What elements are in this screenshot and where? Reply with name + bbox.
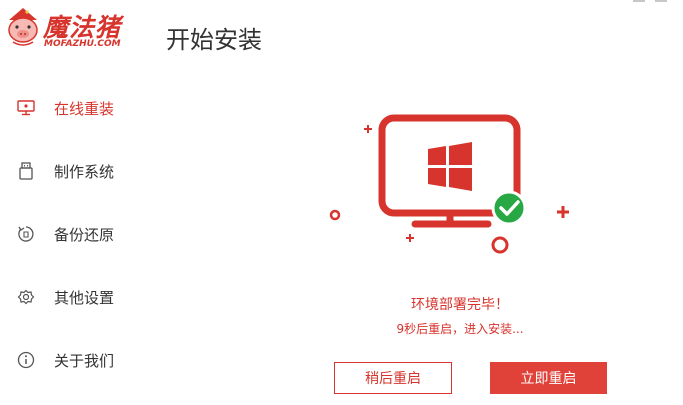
sidebar-item-other-settings[interactable]: 其他设置 xyxy=(16,285,146,309)
install-ready-illustration xyxy=(329,114,569,254)
pig-mascot-icon xyxy=(8,8,38,46)
monitor-icon xyxy=(16,98,36,118)
plus-decoration-icon xyxy=(557,206,569,218)
status-title: 环境部署完毕！ xyxy=(411,297,509,313)
sidebar-item-label: 其他设置 xyxy=(54,288,115,307)
sidebar-item-online-reinstall[interactable]: 在线重装 xyxy=(16,96,146,120)
restart-now-button[interactable]: 立即重启 xyxy=(490,362,607,394)
sidebar-item-backup-restore[interactable]: 备份还原 xyxy=(16,222,146,246)
app-logo: 魔法猪 MOFAZHU.COM xyxy=(3,6,151,50)
brand-website: MOFAZHU.COM xyxy=(44,39,121,49)
plus-decoration-icon xyxy=(364,125,372,133)
backup-restore-icon xyxy=(16,224,36,244)
sidebar-item-label: 在线重装 xyxy=(54,99,115,118)
sidebar-item-label: 制作系统 xyxy=(54,162,115,181)
windows-logo-icon xyxy=(428,142,472,191)
circle-decoration-icon xyxy=(329,209,341,221)
info-icon xyxy=(16,350,36,370)
restart-later-button[interactable]: 稍后重启 xyxy=(334,362,452,394)
countdown-message: 9秒后重启，进入安装... xyxy=(396,322,524,336)
plus-decoration-icon xyxy=(406,234,414,242)
sidebar-item-label: 备份还原 xyxy=(54,225,115,244)
circle-decoration-icon xyxy=(491,236,509,254)
sidebar-item-label: 关于我们 xyxy=(54,351,115,370)
check-badge-icon xyxy=(491,190,527,226)
page-title: 开始安装 xyxy=(166,26,262,54)
window-controls xyxy=(633,0,673,6)
sidebar-item-about-us[interactable]: 关于我们 xyxy=(16,348,146,372)
gear-icon xyxy=(16,287,36,307)
minimize-icon[interactable] xyxy=(633,0,645,2)
sidebar-item-make-system[interactable]: 制作系统 xyxy=(16,159,146,183)
usb-drive-icon xyxy=(16,161,36,181)
close-icon[interactable] xyxy=(655,0,667,2)
